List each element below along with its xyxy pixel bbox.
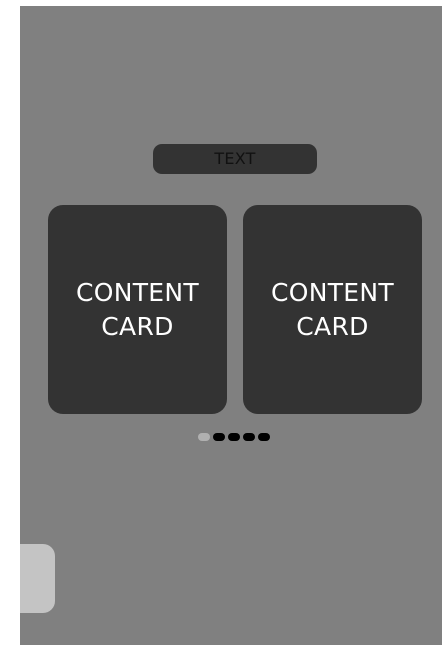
content-card-title-line1: CONTENT [271, 277, 394, 307]
page-dot[interactable] [213, 433, 225, 441]
content-card-title-line1: CONTENT [76, 277, 199, 307]
content-card-title-line2: CARD [296, 311, 369, 341]
page-dot[interactable] [228, 433, 240, 441]
page-dot-active[interactable] [198, 433, 210, 441]
content-card[interactable]: CONTENT CARD [243, 205, 422, 414]
text-label: TEXT [214, 149, 256, 168]
page-dot[interactable] [243, 433, 255, 441]
pagination-dots [198, 433, 270, 441]
content-card-title-line2: CARD [101, 311, 174, 341]
page-dot[interactable] [258, 433, 270, 441]
side-drawer-tab[interactable] [20, 544, 55, 613]
app-screen: TEXT CONTENT CARD CONTENT CARD [20, 6, 442, 645]
content-card[interactable]: CONTENT CARD [48, 205, 227, 414]
text-label-pill: TEXT [153, 144, 317, 174]
